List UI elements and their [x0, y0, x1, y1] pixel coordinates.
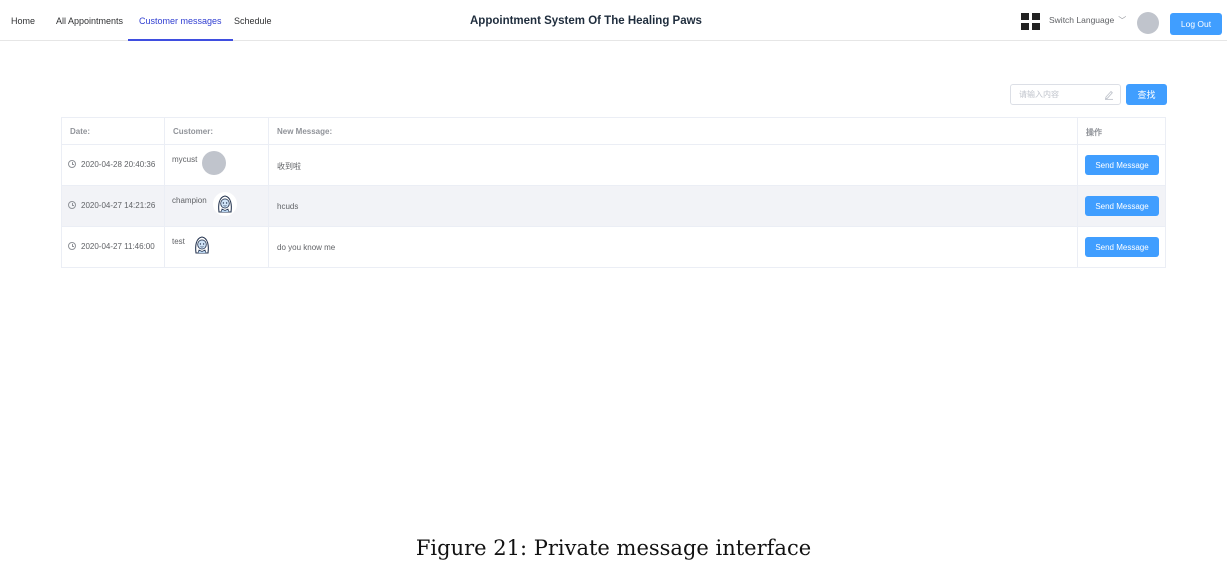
table-header-row: Date: Customer: New Message: 操作: [62, 118, 1165, 145]
message-text: do you know me: [277, 243, 336, 252]
clock-icon: [68, 160, 76, 168]
column-header-date: Date:: [70, 127, 91, 136]
customer-name: mycust: [172, 155, 198, 164]
search-input[interactable]: [1019, 85, 1103, 104]
switch-language-label: Switch Language: [1049, 15, 1115, 25]
customer-name: test: [172, 237, 185, 246]
cartoon-avatar-icon: [195, 236, 209, 254]
figure-caption: Figure 21: Private message interface: [415, 536, 812, 560]
nav-schedule[interactable]: Schedule: [234, 2, 272, 41]
search-field[interactable]: [1010, 84, 1121, 105]
messages-table: Date: Customer: New Message: 操作 2020-04-…: [61, 117, 1166, 268]
clock-icon: [68, 201, 76, 209]
user-avatar[interactable]: [1137, 12, 1159, 34]
cartoon-avatar-icon: [218, 195, 232, 213]
switch-language-dropdown[interactable]: Switch Language ﹀: [1049, 15, 1126, 26]
message-date: 2020-04-28 20:40:36: [81, 160, 156, 169]
nav-home[interactable]: Home: [11, 2, 35, 41]
customer-name: champion: [172, 196, 207, 205]
message-date: 2020-04-27 14:21:26: [81, 201, 156, 210]
nav-customer-messages[interactable]: Customer messages: [128, 2, 233, 41]
column-header-actions: 操作: [1086, 128, 1102, 137]
customer-avatar: [202, 151, 226, 175]
customer-avatar: [213, 192, 237, 216]
app-title: Appointment System Of The Healing Paws: [470, 15, 702, 27]
table-row: 2020-04-27 11:46:00 test do you know me …: [62, 227, 1165, 268]
send-message-button[interactable]: Send Message: [1085, 237, 1159, 257]
send-message-button[interactable]: Send Message: [1085, 155, 1159, 175]
nav-all-appointments[interactable]: All Appointments: [56, 2, 123, 41]
logout-button[interactable]: Log Out: [1170, 13, 1222, 35]
table-row: 2020-04-27 14:21:26 champion hcuds Send …: [62, 186, 1165, 227]
edit-icon: [1104, 90, 1113, 100]
message-text: hcuds: [277, 202, 299, 211]
message-text: 收到啦: [277, 162, 301, 171]
table-row: 2020-04-28 20:40:36 mycust 收到啦 Send Mess…: [62, 145, 1165, 186]
message-date: 2020-04-27 11:46:00: [81, 242, 155, 251]
customer-avatar: [190, 233, 214, 257]
column-header-message: New Message:: [277, 127, 333, 136]
top-navbar: Home All Appointments Customer messages …: [0, 2, 1227, 41]
chevron-down-icon: ﹀: [1118, 16, 1127, 25]
send-message-button[interactable]: Send Message: [1085, 196, 1159, 216]
clock-icon: [68, 242, 76, 250]
apps-grid-icon[interactable]: [1021, 13, 1041, 31]
search-button[interactable]: 查找: [1126, 84, 1167, 105]
column-header-customer: Customer:: [173, 127, 214, 136]
